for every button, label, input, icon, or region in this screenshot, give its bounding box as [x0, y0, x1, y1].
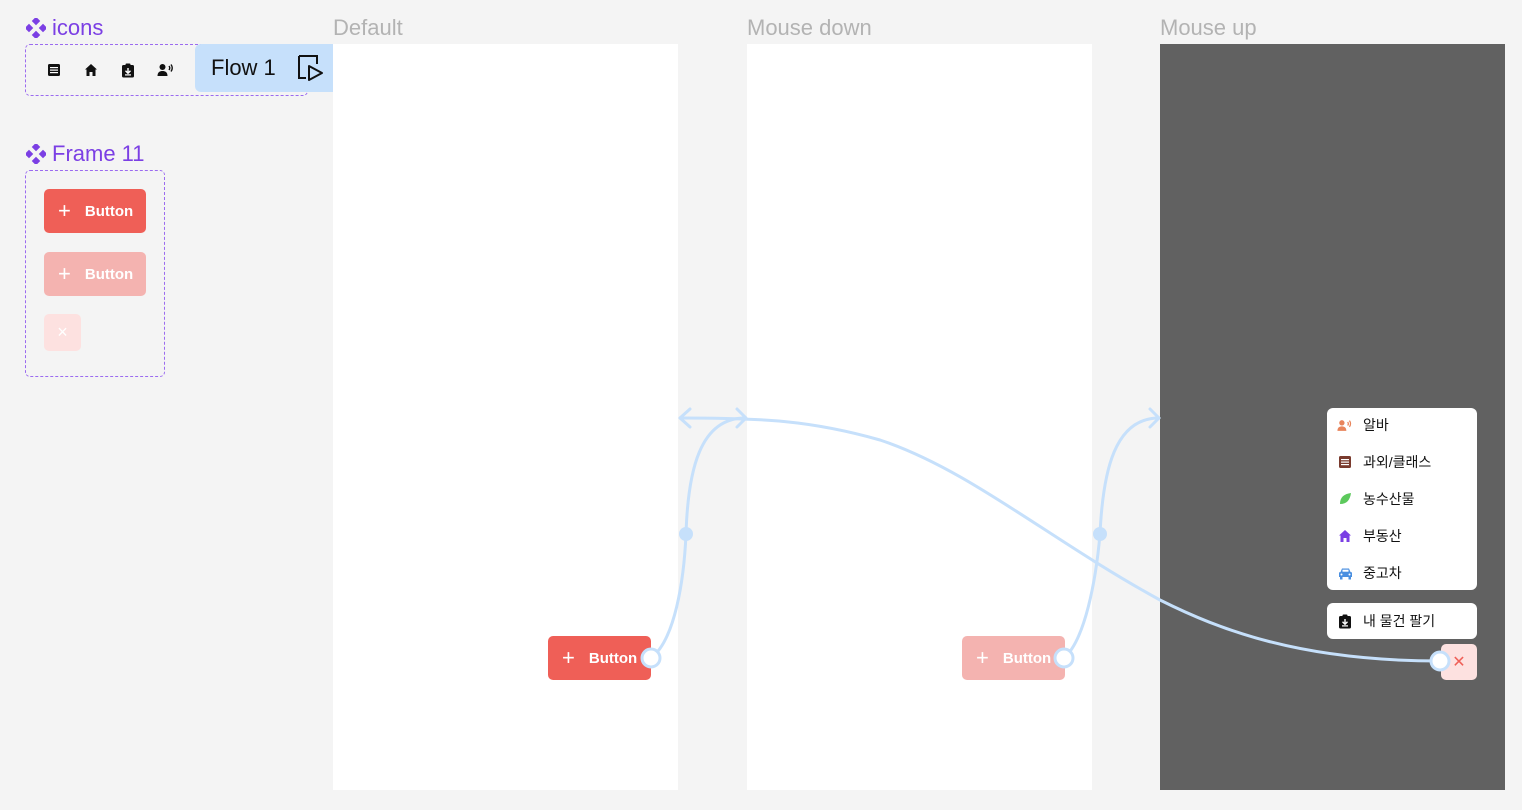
list-icon [43, 59, 65, 81]
sell-item-button[interactable]: 내 물건 팔기 [1327, 603, 1477, 639]
home-icon [1337, 528, 1353, 544]
menu-item-label: 부동산 [1363, 528, 1402, 544]
speaker-person-icon [1337, 417, 1353, 433]
frame-label-mouse-up[interactable]: Mouse up [1160, 15, 1257, 41]
clipboard-download-icon [1337, 613, 1353, 629]
button-label: Button [1002, 649, 1052, 667]
plus-icon: + [976, 645, 989, 670]
arrow-head-icon [678, 407, 692, 429]
speaker-person-icon [155, 59, 177, 81]
menu-item-label: 중고차 [1363, 565, 1402, 581]
button-label: Button [84, 202, 134, 220]
plus-icon: + [58, 198, 71, 223]
frame-label-default[interactable]: Default [333, 15, 403, 41]
close-icon: × [57, 322, 68, 342]
add-button-default[interactable]: + Button [44, 189, 146, 233]
category-menu: 알바 과외/클래스 농수산물 부동산 중고차 [1327, 408, 1477, 590]
plus-icon: + [562, 645, 575, 670]
flow-starting-point[interactable]: Flow 1 [195, 44, 333, 92]
leaf-icon [1337, 491, 1353, 507]
frame11-title-text: Frame 11 [52, 141, 145, 166]
car-icon [1337, 565, 1353, 581]
close-button[interactable]: ✕ [1441, 644, 1477, 680]
connector-midpoint [679, 527, 693, 541]
arrow-head-icon [1148, 407, 1161, 429]
frame-default[interactable]: + Button [333, 44, 678, 790]
button-label: Button [588, 649, 638, 667]
icons-component-title[interactable]: icons [26, 15, 103, 41]
add-button[interactable]: + Button [548, 636, 651, 680]
sell-item[interactable]: 내 물건 팔기 [1337, 610, 1435, 632]
menu-item-farm-produce[interactable]: 농수산물 [1337, 488, 1415, 510]
play-frame-icon[interactable] [297, 54, 325, 88]
add-button-pressed[interactable]: + Button [44, 252, 146, 296]
menu-item-used-car[interactable]: 중고차 [1337, 562, 1402, 584]
component-icon [26, 18, 46, 38]
menu-item-label: 과외/클래스 [1363, 454, 1432, 470]
flow-label: Flow 1 [211, 55, 276, 80]
menu-item-real-estate[interactable]: 부동산 [1337, 525, 1402, 547]
connector-midpoint [1093, 527, 1107, 541]
plus-icon: + [58, 261, 71, 286]
close-icon: ✕ [1452, 654, 1466, 671]
book-icon [1337, 454, 1353, 470]
home-icon [80, 59, 102, 81]
frame11-component-frame[interactable]: + Button + Button × [25, 170, 165, 377]
frame11-component-title[interactable]: Frame 11 [26, 141, 145, 167]
frame-mouse-down[interactable]: + Button [747, 44, 1092, 790]
menu-item-alba[interactable]: 알바 [1337, 414, 1389, 436]
icons-title-text: icons [52, 15, 104, 40]
close-button-variant[interactable]: × [44, 314, 81, 351]
menu-item-label: 농수산물 [1363, 491, 1415, 507]
sell-item-label: 내 물건 팔기 [1363, 613, 1436, 629]
menu-item-label: 알바 [1363, 417, 1389, 433]
frame-label-mouse-down[interactable]: Mouse down [747, 15, 872, 41]
component-icon [26, 144, 46, 164]
arrow-head-icon [735, 407, 748, 429]
button-label: Button [84, 265, 134, 283]
menu-item-tutoring[interactable]: 과외/클래스 [1337, 451, 1431, 473]
clipboard-download-icon [117, 59, 139, 81]
add-button-pressed[interactable]: + Button [962, 636, 1065, 680]
frame-mouse-up[interactable]: 알바 과외/클래스 농수산물 부동산 중고차 내 물건 팔기 ✕ [1160, 44, 1505, 790]
